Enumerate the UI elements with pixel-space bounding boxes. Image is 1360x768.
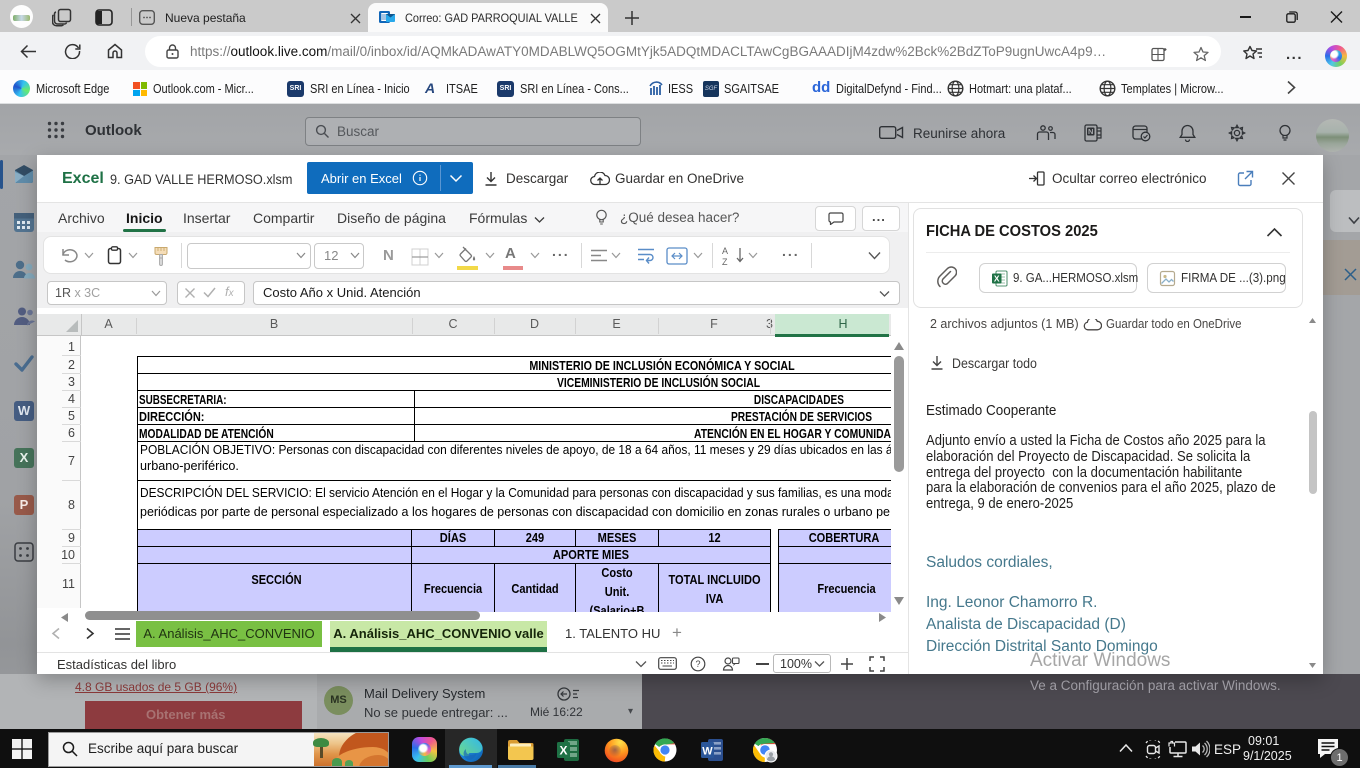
svg-text:?: ? xyxy=(695,659,700,669)
svg-text:X: X xyxy=(559,744,567,758)
svg-text:W: W xyxy=(702,746,713,758)
svg-text:A: A xyxy=(722,246,728,256)
svg-text:X: X xyxy=(994,273,1000,283)
svg-text:Z: Z xyxy=(722,257,728,266)
svg-text:N: N xyxy=(1088,127,1093,136)
